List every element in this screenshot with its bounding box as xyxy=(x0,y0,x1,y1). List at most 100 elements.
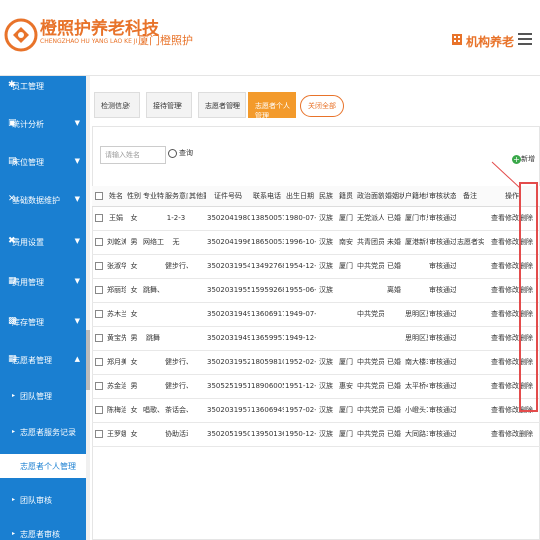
view-link[interactable]: 查看 xyxy=(491,334,505,342)
sidebar-item-inventory[interactable]: ▩ 库存管理 ▼ xyxy=(0,312,86,332)
sidebar-subitem-team[interactable]: ▸ 团队管理 xyxy=(0,386,86,406)
close-icon[interactable]: × xyxy=(125,101,131,109)
view-link[interactable]: 查看 xyxy=(491,430,505,438)
sidebar-subitem-volunteer-review[interactable]: ▸ 志愿者审核 xyxy=(0,524,86,540)
row-checkbox[interactable] xyxy=(92,206,106,231)
view-link[interactable]: 查看 xyxy=(491,310,505,318)
row-actions: 查看修改删除 xyxy=(484,422,540,447)
table-cell xyxy=(142,254,164,279)
sidebar-item-label: 库存管理 xyxy=(12,318,44,327)
column-header[interactable]: 其他要求 xyxy=(188,186,206,207)
edit-link[interactable]: 修改 xyxy=(505,238,519,246)
view-link[interactable]: 查看 xyxy=(491,238,505,246)
row-checkbox[interactable] xyxy=(92,350,106,375)
edit-link[interactable]: 修改 xyxy=(505,262,519,270)
table-cell: 1957-02-19 xyxy=(284,398,316,423)
table-cell: 汉族 xyxy=(316,350,336,375)
table-cell: 35020319570219 xyxy=(206,398,250,423)
sidebar-item-volunteer[interactable]: ▦ 志愿者管理 ▲ xyxy=(0,350,86,370)
row-checkbox[interactable] xyxy=(92,326,106,351)
table-cell xyxy=(384,302,404,327)
edit-link[interactable]: 修改 xyxy=(505,406,519,414)
column-header[interactable]: 婚姻状况 xyxy=(384,186,404,207)
table-cell: 审核通过 xyxy=(428,230,456,255)
row-checkbox[interactable] xyxy=(92,230,106,255)
column-header[interactable]: 籍贯 xyxy=(336,186,356,207)
row-checkbox[interactable] xyxy=(92,398,106,423)
search-button[interactable]: 查询 xyxy=(168,148,193,162)
row-checkbox[interactable] xyxy=(92,302,106,327)
column-header[interactable]: 姓名 xyxy=(106,186,126,207)
column-header[interactable]: 政治面貌 xyxy=(356,186,384,207)
tab-volunteer-personal[interactable]: 志愿者个人管理 xyxy=(248,92,296,120)
sidebar-subitem-service-record[interactable]: ▸ 志愿者服务记录 xyxy=(0,422,86,442)
table-cell: 茶话会、 xyxy=(164,398,188,423)
sidebar-scrollbar[interactable] xyxy=(86,76,90,540)
table-cell: 苏木兰 xyxy=(106,302,126,327)
edit-link[interactable]: 修改 xyxy=(505,310,519,318)
edit-link[interactable]: 修改 xyxy=(505,358,519,366)
search-icon xyxy=(168,148,177,158)
org-name[interactable]: 机构养老 xyxy=(466,33,514,50)
close-all-button[interactable]: 关闭全部 xyxy=(300,95,344,117)
column-header[interactable]: 备注 xyxy=(456,186,484,207)
column-header[interactable]: 出生日期 xyxy=(284,186,316,207)
select-all-checkbox[interactable] xyxy=(92,186,106,207)
view-link[interactable]: 查看 xyxy=(491,286,505,294)
column-header[interactable]: 民族 xyxy=(316,186,336,207)
row-checkbox[interactable] xyxy=(92,422,106,447)
column-header[interactable]: 服务意向 xyxy=(164,186,188,207)
table-cell: 中共党员 xyxy=(356,302,384,327)
table-cell: 女 xyxy=(126,206,142,231)
tab-reception[interactable]: 接待管理 × xyxy=(146,92,192,118)
row-checkbox[interactable] xyxy=(92,278,106,303)
close-icon[interactable]: × xyxy=(231,101,237,109)
column-header[interactable]: 户籍地址 xyxy=(404,186,428,207)
edit-link[interactable]: 修改 xyxy=(505,214,519,222)
column-header[interactable]: 专业特长 xyxy=(142,186,164,207)
column-header[interactable]: 性别 xyxy=(126,186,142,207)
delete-link[interactable]: 删除 xyxy=(519,430,533,438)
view-link[interactable]: 查看 xyxy=(491,358,505,366)
sidebar-item-fee-setting[interactable]: ✖ 费用设置 ▼ xyxy=(0,232,86,252)
view-link[interactable]: 查看 xyxy=(491,262,505,270)
sidebar-subitem-team-review[interactable]: ▸ 团队审核 xyxy=(0,490,86,510)
sidebar-item-staff[interactable]: ✱ 员工管理 xyxy=(0,76,86,96)
search-input[interactable]: 请输入姓名 xyxy=(100,146,166,164)
edit-link[interactable]: 修改 xyxy=(505,334,519,342)
edit-link[interactable]: 修改 xyxy=(505,286,519,294)
view-link[interactable]: 查看 xyxy=(491,214,505,222)
table-cell xyxy=(336,326,356,351)
table-cell: 汉族 xyxy=(316,422,336,447)
sidebar-item-statistics[interactable]: ▣ 统计分析 ▼ xyxy=(0,114,86,134)
sidebar-scroll-thumb[interactable] xyxy=(86,330,90,390)
sidebar-item-bed[interactable]: ▤ 床位管理 ▼ xyxy=(0,152,86,172)
row-checkbox[interactable] xyxy=(92,254,106,279)
table-cell: 1-2-3 xyxy=(164,206,188,231)
table-cell: 已婚 xyxy=(384,398,404,423)
row-checkbox[interactable] xyxy=(92,374,106,399)
column-header[interactable]: 证件号码 xyxy=(206,186,250,207)
hamburger-menu-icon[interactable] xyxy=(518,33,532,45)
close-icon[interactable]: × xyxy=(177,101,183,109)
tab-volunteer-manage[interactable]: 志愿者管理 × xyxy=(198,92,246,118)
table-cell: 审核通过 xyxy=(428,422,456,447)
sidebar-item-fee-manage[interactable]: ▦ 费用管理 ▼ xyxy=(0,272,86,292)
sidebar-subitem-personal[interactable]: 志愿者个人管理 xyxy=(0,454,86,478)
column-header[interactable]: 审核状态 xyxy=(428,186,456,207)
table-cell: 女 xyxy=(126,350,142,375)
column-header[interactable]: 联系电话 xyxy=(250,186,284,207)
edit-link[interactable]: 修改 xyxy=(505,382,519,390)
edit-link[interactable]: 修改 xyxy=(505,430,519,438)
sidebar-item-basic-data[interactable]: ✕ 基础数据维护 ▼ xyxy=(0,190,86,210)
view-link[interactable]: 查看 xyxy=(491,382,505,390)
table-cell: 未婚 xyxy=(384,230,404,255)
view-link[interactable]: 查看 xyxy=(491,406,505,414)
table-cell xyxy=(142,350,164,375)
table-cell xyxy=(404,278,428,303)
table-cell: 男 xyxy=(126,326,142,351)
table-cell xyxy=(188,422,206,447)
tab-detection-info[interactable]: 检测信息 × xyxy=(94,92,140,118)
volunteer-table: 姓名 性别 专业特长 服务意向 其他要求 证件号码 联系电话 出生日期 民族 籍… xyxy=(92,186,540,447)
table-cell: 黄宝先 xyxy=(106,326,126,351)
